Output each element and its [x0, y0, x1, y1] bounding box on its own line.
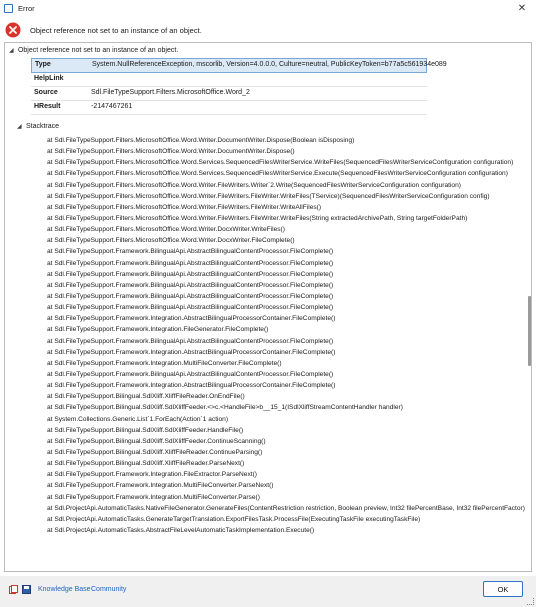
stacktrace-line: at Sdl.FileTypeSupport.Framework.Bilingu…	[47, 292, 334, 300]
stacktrace-line: at Sdl.FileTypeSupport.Framework.Bilingu…	[47, 248, 334, 256]
stacktrace-line: at Sdl.FileTypeSupport.Bilingual.SdlXlif…	[47, 460, 245, 468]
app-window-icon	[4, 4, 13, 13]
save-icon[interactable]	[22, 585, 31, 594]
stacktrace-line: at Sdl.FileTypeSupport.Framework.Bilingu…	[47, 337, 334, 345]
stacktrace-line: at Sdl.FileTypeSupport.Bilingual.SdlXlif…	[47, 426, 244, 434]
stacktrace-line: at Sdl.FileTypeSupport.Framework.Bilingu…	[47, 259, 334, 267]
property-value: Sdl.FileTypeSupport.Filters.MicrosoftOff…	[91, 89, 250, 96]
vertical-scrollbar[interactable]	[528, 296, 531, 366]
stacktrace-line: at Sdl.FileTypeSupport.Filters.Microsoft…	[47, 214, 468, 222]
knowledge-base-link[interactable]: Knowledge Base	[38, 586, 91, 593]
stacktrace-line: at Sdl.FileTypeSupport.Bilingual.SdlXlif…	[47, 404, 403, 412]
title-bar: Error ✕	[0, 0, 536, 18]
property-row-helplink[interactable]: HelpLink	[31, 73, 427, 87]
stacktrace-line: at Sdl.ProjectApi.AutomaticTasks.Abstrac…	[47, 526, 315, 534]
property-grid: Type System.NullReferenceException, msco…	[31, 58, 447, 115]
stacktrace-line: at Sdl.FileTypeSupport.Framework.Integra…	[47, 348, 336, 356]
stacktrace-line: at Sdl.FileTypeSupport.Framework.Integra…	[47, 382, 336, 390]
stacktrace-line: at Sdl.FileTypeSupport.Filters.Microsoft…	[47, 148, 295, 156]
property-row-hresult[interactable]: HResult -2147467261	[31, 101, 427, 115]
stacktrace-line: at Sdl.FileTypeSupport.Framework.Bilingu…	[47, 270, 334, 278]
stacktrace-line: at Sdl.FileTypeSupport.Filters.Microsoft…	[47, 226, 285, 234]
ok-button[interactable]: OK	[483, 581, 523, 597]
stacktrace-line: at Sdl.FileTypeSupport.Framework.Integra…	[47, 315, 336, 323]
stacktrace-line: at Sdl.ProjectApi.AutomaticTasks.NativeF…	[47, 504, 525, 512]
property-name: Type	[35, 61, 51, 68]
stacktrace-line: at Sdl.FileTypeSupport.Framework.Bilingu…	[47, 304, 334, 312]
stacktrace-line: at Sdl.FileTypeSupport.Framework.Bilingu…	[47, 281, 334, 289]
property-row-type[interactable]: Type System.NullReferenceException, msco…	[31, 58, 447, 73]
stacktrace-line: at Sdl.FileTypeSupport.Framework.Integra…	[47, 471, 257, 479]
property-name: HResult	[34, 103, 61, 110]
property-row-source[interactable]: Source Sdl.FileTypeSupport.Filters.Micro…	[31, 87, 427, 101]
property-name: Source	[34, 89, 58, 96]
stacktrace-line: at Sdl.FileTypeSupport.Filters.Microsoft…	[47, 203, 322, 211]
expand-triangle-icon[interactable]: ◢	[9, 46, 16, 57]
stacktrace-line: at System.Collections.Generic.List`1.For…	[47, 415, 229, 423]
stacktrace-list: at Sdl.FileTypeSupport.Filters.Microsoft…	[47, 135, 527, 536]
stacktrace-line: at Sdl.FileTypeSupport.Filters.Microsoft…	[47, 181, 461, 189]
error-icon	[5, 22, 21, 38]
stacktrace-line: at Sdl.FileTypeSupport.Filters.Microsoft…	[47, 170, 508, 178]
stacktrace-line: at Sdl.FileTypeSupport.Framework.Integra…	[47, 326, 269, 334]
stacktrace-line: at Sdl.FileTypeSupport.Filters.Microsoft…	[47, 159, 514, 167]
stacktrace-line: at Sdl.FileTypeSupport.Filters.Microsoft…	[47, 237, 295, 245]
stacktrace-line: at Sdl.FileTypeSupport.Framework.Integra…	[47, 493, 260, 501]
stacktrace-line: at Sdl.FileTypeSupport.Framework.Integra…	[47, 482, 274, 490]
error-message: Object reference not set to an instance …	[30, 26, 202, 35]
error-details-tree[interactable]: ◢ Object reference not set to an instanc…	[4, 42, 532, 572]
property-value: -2147467261	[91, 103, 133, 110]
property-name: HelpLink	[34, 75, 64, 82]
error-header: Object reference not set to an instance …	[0, 18, 536, 42]
close-icon[interactable]: ✕	[515, 2, 529, 16]
resize-grip-icon[interactable]	[527, 598, 534, 605]
stacktrace-label: Stacktrace	[25, 123, 60, 130]
stacktrace-line: at Sdl.FileTypeSupport.Framework.Integra…	[47, 359, 282, 367]
tree-root-label: Object reference not set to an instance …	[17, 47, 179, 54]
footer-bar: Knowledge Base Community OK	[0, 576, 536, 607]
tree-root-node[interactable]: ◢ Object reference not set to an instanc…	[9, 45, 178, 56]
window-title: Error	[18, 4, 35, 13]
stacktrace-line: at Sdl.FileTypeSupport.Bilingual.SdlXlif…	[47, 437, 266, 445]
stacktrace-node[interactable]: ◢ Stacktrace	[17, 121, 59, 132]
property-value: System.NullReferenceException, mscorlib,…	[92, 61, 447, 68]
stacktrace-line: at Sdl.FileTypeSupport.Filters.Microsoft…	[47, 137, 355, 144]
stacktrace-line: at Sdl.FileTypeSupport.Framework.Bilingu…	[47, 370, 334, 378]
copy-report-icon[interactable]	[9, 585, 18, 594]
stacktrace-line: at Sdl.ProjectApi.AutomaticTasks.Generat…	[47, 515, 421, 523]
stacktrace-line: at Sdl.FileTypeSupport.Bilingual.SdlXlif…	[47, 393, 245, 401]
stacktrace-line: at Sdl.FileTypeSupport.Filters.Microsoft…	[47, 192, 490, 200]
community-link[interactable]: Community	[91, 586, 126, 593]
stacktrace-line: at Sdl.FileTypeSupport.Bilingual.SdlXlif…	[47, 448, 263, 456]
expand-triangle-icon[interactable]: ◢	[17, 122, 24, 133]
